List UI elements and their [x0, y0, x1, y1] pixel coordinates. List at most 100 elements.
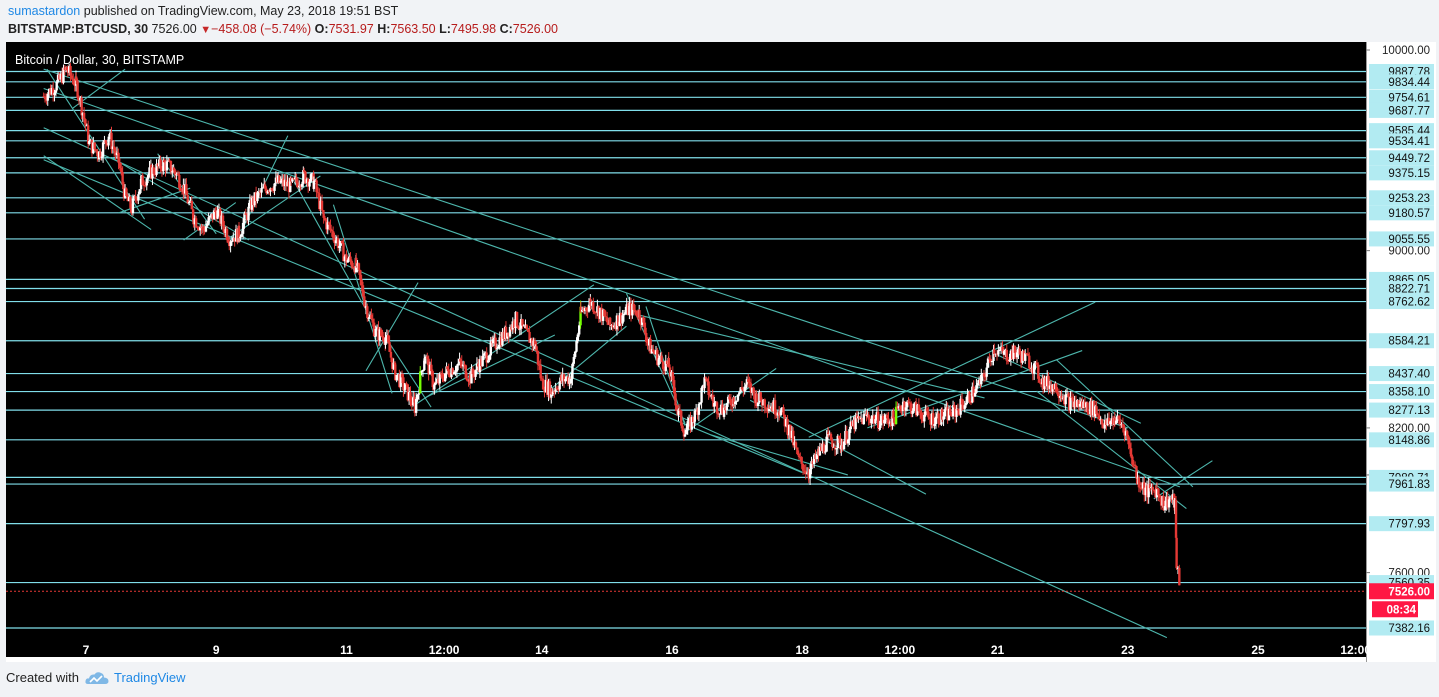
candle-body	[261, 187, 265, 189]
candle-body	[302, 170, 306, 172]
candle-body	[121, 172, 124, 185]
candle-body	[247, 206, 250, 221]
candle-body	[835, 448, 838, 450]
candle-body	[481, 355, 484, 367]
candle-body	[736, 394, 740, 401]
level-price-label: 9754.61	[1388, 92, 1430, 104]
candle-body	[605, 317, 609, 323]
candle-body	[535, 346, 538, 351]
candle-body	[800, 457, 803, 464]
candle-body	[715, 402, 719, 414]
down-arrow-icon: ▼	[200, 24, 212, 36]
candle-body	[697, 404, 701, 415]
low-value: 7495.98	[450, 22, 497, 36]
candle-body	[572, 357, 575, 364]
candle-body	[752, 387, 755, 394]
candle-body	[683, 434, 687, 437]
level-price-label: 9834.44	[1388, 77, 1430, 89]
candle-body	[681, 425, 684, 432]
time-tick-label: 9	[213, 643, 220, 657]
candle-body	[494, 337, 497, 349]
candle-body	[421, 369, 425, 372]
candle-body	[621, 315, 624, 324]
candle-body	[553, 391, 556, 393]
candle-body	[430, 364, 433, 372]
candle-body	[1133, 464, 1137, 467]
candle-body	[980, 374, 983, 385]
candle-body	[998, 349, 1001, 351]
candle-body	[446, 366, 449, 370]
candle-body	[796, 447, 799, 454]
candle-body	[371, 318, 374, 323]
candle-body	[642, 317, 645, 323]
created-with-text: Created with	[6, 670, 79, 685]
price-chart[interactable]: Bitcoin / Dollar, 30, BITSTAMP10000.0090…	[6, 42, 1436, 662]
candle-body	[937, 413, 940, 424]
tradingview-link[interactable]: TradingView	[85, 670, 186, 685]
candle-body	[186, 195, 189, 204]
candle-body	[125, 188, 128, 197]
candle-body	[645, 332, 648, 343]
last-price-text: 7526.00	[151, 22, 197, 36]
candle-body	[101, 142, 105, 157]
candle-body	[46, 94, 49, 101]
candle-body	[1096, 414, 1100, 416]
candle-body	[624, 312, 627, 314]
time-tick-label: 12:00	[885, 643, 916, 657]
candle-body	[927, 417, 931, 419]
candle-body	[975, 385, 978, 393]
candle-body	[1001, 347, 1004, 351]
candle-body	[137, 194, 140, 201]
candle-body	[576, 334, 580, 342]
candle-body	[346, 260, 350, 263]
level-price-label: 8822.71	[1388, 284, 1430, 296]
candle-body	[295, 177, 298, 183]
candle-body	[340, 241, 344, 243]
candle-body	[632, 303, 635, 310]
candle-body	[898, 406, 902, 410]
candle-body	[146, 175, 150, 179]
candle-body	[312, 180, 316, 189]
candle-body	[773, 400, 777, 415]
change-text: −458.08 (−5.74%)	[211, 22, 312, 36]
candle-body	[138, 189, 141, 195]
candle-body	[141, 175, 144, 186]
candle-body	[1024, 353, 1027, 361]
time-tick-label: 12:00	[429, 643, 460, 657]
candle-body	[956, 408, 960, 411]
low-label: L:	[439, 22, 451, 36]
publisher-link[interactable]: sumastardon	[8, 4, 80, 18]
candle-body	[489, 341, 492, 356]
candle-body	[320, 200, 324, 211]
candle-body	[359, 270, 362, 280]
candle-body	[82, 112, 86, 120]
candle-body	[779, 410, 782, 416]
candle-body	[65, 67, 68, 70]
candle-body	[846, 439, 850, 444]
candle-body	[176, 173, 180, 175]
open-label: O:	[314, 22, 329, 36]
candle-body	[388, 342, 391, 352]
candle-body	[942, 416, 945, 420]
time-tick-label: 16	[665, 643, 679, 657]
candle-body	[738, 392, 741, 395]
chart-title: Bitcoin / Dollar, 30, BITSTAMP	[15, 53, 184, 67]
candle-body	[904, 407, 908, 411]
candle-body	[420, 371, 423, 373]
candle-body	[699, 402, 702, 405]
candle-body	[919, 411, 922, 413]
candle-body	[270, 188, 274, 191]
candle-body	[949, 408, 952, 416]
candle-body	[693, 411, 696, 422]
candle-body	[1126, 431, 1129, 437]
level-price-label: 7797.93	[1388, 519, 1430, 531]
candle-body	[474, 370, 477, 377]
candle-body	[1175, 537, 1178, 569]
candle-body	[367, 317, 370, 319]
candle-body	[603, 309, 606, 317]
price-tick-label: 9000.00	[1388, 246, 1430, 258]
candle-body	[381, 335, 384, 338]
time-tick-label: 11	[340, 643, 353, 657]
candle-body	[564, 378, 567, 382]
candle-body	[964, 402, 968, 406]
